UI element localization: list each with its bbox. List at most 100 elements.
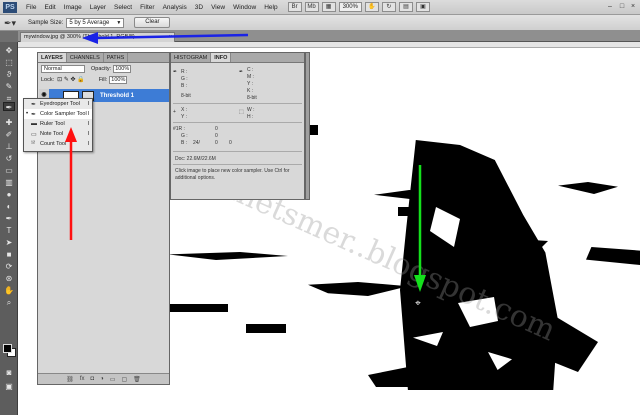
menu-select[interactable]: Select [110,4,136,11]
minimize-icon[interactable]: – [605,2,615,12]
flyout-item-note[interactable]: ▭ Note Tool I [24,129,92,139]
adjustment-layer-icon[interactable]: ◑ [100,376,104,382]
flyout-item-shortcut: I [87,131,89,137]
zoom-select[interactable]: 300% [338,2,362,12]
menu-analysis[interactable]: Analysis [159,4,191,11]
info-k-label: K : [247,88,254,94]
fill-field[interactable]: 100% [109,75,128,84]
panel-collapse-strip[interactable] [305,52,310,200]
lock-row: Lock: ⊡ ✎ ✥ 🔒 Fill: 100% [38,74,169,85]
tab-info[interactable]: INFO [211,53,232,62]
hand-icon[interactable]: ✋ [364,2,379,12]
new-layer-icon[interactable]: ▢ [121,376,127,383]
lock-label: Lock: [41,76,55,83]
flyout-item-color-sampler[interactable]: • ✒ Color Sampler Tool I [24,109,92,119]
lock-icons[interactable]: ⊡ ✎ ✥ 🔒 [57,76,85,83]
guides-icon[interactable]: ▦ [321,2,336,12]
close-icon[interactable]: × [628,2,638,12]
tab-channels[interactable]: CHANNELS [67,53,104,62]
tab-layers[interactable]: LAYERS [38,53,67,62]
marquee-tool-icon[interactable]: ⬚ [3,58,15,67]
tab-histogram[interactable]: HISTOGRAM [171,53,212,62]
link-layers-icon[interactable]: ⛓ [66,376,74,383]
gradient-tool-icon[interactable]: ▥ [3,178,15,187]
menu-window[interactable]: Window [229,4,260,11]
note-icon: ▭ [31,131,37,138]
clone-stamp-tool-icon[interactable]: ⊥ [3,142,15,151]
info-panel-tabs: HISTOGRAM INFO [171,53,304,63]
menu-filter[interactable]: Filter [136,4,158,11]
info-readout: ✒ R : G : B : 8-bit ✒ C : M : Y : K : 8-… [171,63,304,197]
layers-panel-tabs: LAYERS CHANNELS PATHS [38,53,169,63]
arrange-documents-icon[interactable]: ▤ [398,2,413,12]
blend-mode-select[interactable]: Normal [41,64,85,73]
menu-edit[interactable]: Edit [40,4,59,11]
pen-tool-icon[interactable]: ✒ [3,214,15,223]
history-brush-tool-icon[interactable]: ↺ [3,154,15,163]
path-selection-tool-icon[interactable]: ➤ [3,238,15,247]
horizontal-ruler[interactable] [18,42,640,48]
sample1-g-label: G : [181,133,188,139]
color-sampler-marker-icon[interactable]: ⌖ [413,299,423,309]
eyedropper-icon: ✒ [239,69,244,75]
eyedropper-tool-icon[interactable]: ✒ [3,102,15,112]
sample-size-select[interactable]: 5 by 5 Average ▼ [66,17,125,28]
layer-style-icon[interactable]: fx [80,376,85,382]
foreground-color-swatch[interactable] [3,344,12,353]
blend-row: Normal Opacity: 100% [38,63,169,74]
quick-mask-icon[interactable]: ◙ [3,368,15,377]
menu-layer[interactable]: Layer [86,4,110,11]
blur-tool-icon[interactable]: ● [3,190,15,199]
hand-tool-icon[interactable]: ✋ [3,286,15,295]
flyout-item-eyedropper[interactable]: ✒ Eyedropper Tool I [24,99,92,109]
image-region [368,367,408,387]
3d-orbit-tool-icon[interactable]: ⊛ [3,274,15,283]
mini-bridge-button[interactable]: Mb [304,2,319,12]
flyout-item-count[interactable]: ¹² Count Tool I [24,139,92,149]
menu-file[interactable]: File [22,4,40,11]
image-region [308,282,408,296]
bridge-button[interactable]: Br [287,2,302,12]
menu-3d[interactable]: 3D [191,4,207,11]
add-mask-icon[interactable]: ◘ [91,376,95,382]
type-tool-icon[interactable]: T [3,226,15,235]
move-tool-icon[interactable]: ✥ [3,46,15,55]
sample1-value: 0 [215,140,218,146]
new-group-icon[interactable]: ▭ [110,376,116,383]
close-icon[interactable]: × [169,33,172,42]
rotate-view-icon[interactable]: ↻ [381,2,396,12]
tab-paths[interactable]: PATHS [104,53,129,62]
shape-tool-icon[interactable]: ■ [3,250,15,259]
color-sampler-icon[interactable]: ✒▾ [4,17,20,29]
screen-mode-icon[interactable]: ▣ [415,2,430,12]
quick-select-tool-icon[interactable]: ✎ [3,82,15,91]
clear-button[interactable]: Clear [134,17,171,28]
screen-mode-icon[interactable]: ▣ [3,382,15,391]
dodge-tool-icon[interactable]: ◐ [3,202,15,211]
divider [173,122,302,123]
document-size: Doc: 22.6M/22.6M [175,156,216,162]
info-b-label: B : [181,83,188,89]
document-tab[interactable]: mywindow.jpg @ 300% (Threshold 1, RGB/8)… [20,32,175,42]
info-panel: HISTOGRAM INFO ✒ R : G : B : 8-bit ✒ C :… [170,52,305,200]
info-y-coord-label: Y : [181,114,188,120]
3d-rotate-tool-icon[interactable]: ⟳ [3,262,15,271]
info-c-label: C : [247,67,254,73]
app-logo: PS [3,1,17,13]
divider [173,103,302,104]
brush-tool-icon[interactable]: ✐ [3,130,15,139]
zoom-tool-icon[interactable]: ⌕ [3,298,15,307]
eraser-tool-icon[interactable]: ▭ [3,166,15,175]
menu-view[interactable]: View [207,4,229,11]
maximize-icon[interactable]: □ [617,2,627,12]
opacity-field[interactable]: 100% [113,64,132,73]
image-region [168,304,228,312]
lasso-tool-icon[interactable]: ϑ [3,70,15,79]
menu-help[interactable]: Help [260,4,281,11]
eyedropper-tool-flyout: ✒ Eyedropper Tool I • ✒ Color Sampler To… [23,98,93,152]
delete-layer-icon[interactable]: 🗑 [133,376,141,383]
sample-size-value: 5 by 5 Average [69,19,110,26]
menu-image[interactable]: Image [60,4,86,11]
healing-brush-tool-icon[interactable]: ✚ [3,118,15,127]
flyout-item-ruler[interactable]: ▬ Ruler Tool I [24,119,92,129]
